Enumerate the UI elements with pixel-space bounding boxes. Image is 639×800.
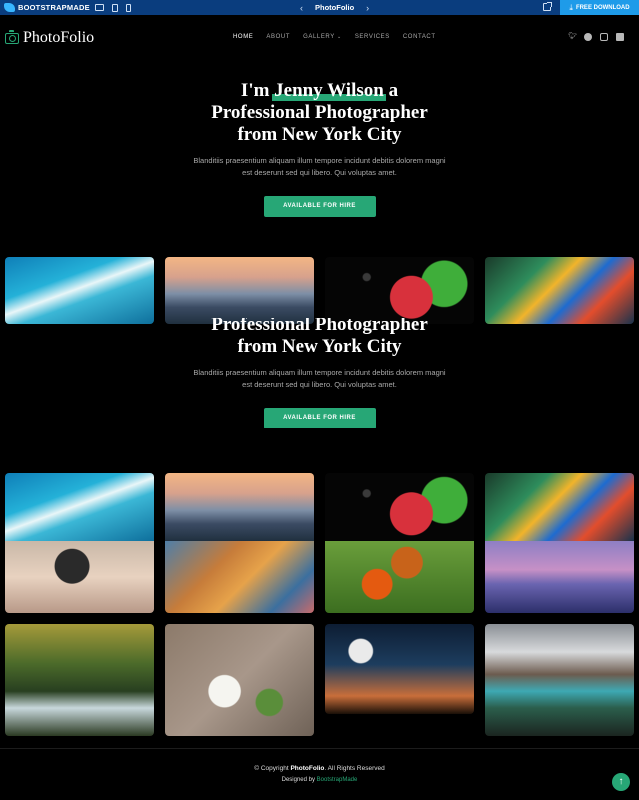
hero-title-suffix: a <box>388 80 399 101</box>
gallery-image <box>5 473 154 541</box>
hero-description-repeat: Blanditiis praesentium aliquam illum tem… <box>193 368 446 389</box>
gallery-image <box>5 257 154 324</box>
hero-title: I'm Jenny Wilson a Professional Photogra… <box>0 80 639 146</box>
hero-description: Blanditiis praesentium aliquam illum tem… <box>193 156 446 177</box>
preview-bar: BOOTSTRAPMADE ‹ PhotoFolio › ⤓ FREE DOWN… <box>0 0 639 15</box>
nav-contact[interactable]: CONTACT <box>403 34 436 40</box>
prev-template-icon[interactable]: ‹ <box>300 3 303 13</box>
gallery-image <box>325 624 474 714</box>
gallery-image <box>5 624 154 736</box>
gallery-item-city-repeat[interactable] <box>165 473 314 613</box>
gallery-image <box>165 541 314 613</box>
gallery-item-parrot-repeat[interactable] <box>485 473 634 613</box>
hero-line-3: from New York City <box>237 124 402 145</box>
hero-line-2-repeat: Professional Photographer <box>211 318 428 335</box>
camera-icon <box>5 29 19 44</box>
device-switcher <box>95 3 131 12</box>
phone-icon[interactable] <box>126 3 131 12</box>
gallery-item-moon[interactable] <box>325 624 474 714</box>
preview-title: PhotoFolio <box>315 3 355 12</box>
gallery-item-mountain[interactable] <box>485 624 634 736</box>
chevron-down-icon: ⌄ <box>337 34 342 40</box>
gallery-image <box>165 473 314 541</box>
gallery-item-strawberry-repeat[interactable] <box>325 473 474 613</box>
bootstrapmade-icon <box>4 3 15 12</box>
next-template-icon[interactable]: › <box>366 3 369 13</box>
facebook-icon[interactable] <box>584 33 592 41</box>
designer-link[interactable]: BootstrapMade <box>317 777 358 783</box>
bootstrapmade-logo[interactable]: BOOTSTRAPMADE <box>0 3 95 12</box>
hero-line-2: Professional Photographer <box>211 102 428 123</box>
arrow-up-icon: ↑ <box>618 776 624 787</box>
site-logo[interactable]: PhotoFolio <box>5 29 94 47</box>
site-logo-text: PhotoFolio <box>23 29 95 46</box>
gallery-image <box>325 541 474 613</box>
hero-title-repeat: Professional Photographer from New York … <box>0 318 639 358</box>
copyright-prefix: © Copyright <box>254 765 289 772</box>
download-icon: ⤓ <box>569 2 573 12</box>
hero-repeat: Professional Photographer from New York … <box>0 318 639 428</box>
preview-title-group: ‹ PhotoFolio › <box>300 0 369 15</box>
credits: Designed by BootstrapMade <box>0 777 639 783</box>
gallery-image <box>165 624 314 736</box>
nav-about[interactable]: ABOUT <box>266 34 290 40</box>
site-header: PhotoFolio HOME ABOUT GALLERY ⌄ SERVICES… <box>0 15 639 62</box>
gallery-image <box>5 541 154 613</box>
free-download-button[interactable]: ⤓ FREE DOWNLOAD <box>560 0 639 15</box>
external-link-icon[interactable] <box>543 2 552 11</box>
gallery-item-city[interactable] <box>165 257 314 324</box>
site-footer: © Copyright PhotoFolio. All Rights Reser… <box>0 748 639 800</box>
designed-by-label: Designed by <box>281 777 315 783</box>
free-download-label: FREE DOWNLOAD <box>575 4 630 11</box>
copyright-suffix: . All Rights Reserved <box>324 765 385 772</box>
nav-home[interactable]: HOME <box>233 34 253 40</box>
gallery-item-surfing[interactable] <box>5 257 154 324</box>
copyright: © Copyright PhotoFolio. All Rights Reser… <box>0 765 639 772</box>
scroll-top-button[interactable]: ↑ <box>612 773 630 791</box>
nav-gallery[interactable]: GALLERY ⌄ <box>303 34 342 40</box>
gallery-item-parrot[interactable] <box>485 257 634 324</box>
gallery-image <box>325 257 474 324</box>
tablet-icon[interactable] <box>112 3 118 12</box>
desktop-icon[interactable] <box>95 4 104 11</box>
gallery-image <box>325 473 474 541</box>
available-for-hire-button[interactable]: AVAILABLE FOR HIRE <box>263 196 376 217</box>
gallery-item-food[interactable] <box>165 624 314 736</box>
gallery-item-forest[interactable] <box>5 624 154 736</box>
nav-gallery-label: GALLERY <box>303 34 335 40</box>
instagram-icon[interactable] <box>600 33 608 41</box>
gallery-item-surfing-repeat[interactable] <box>5 473 154 613</box>
main-nav: HOME ABOUT GALLERY ⌄ SERVICES CONTACT <box>233 34 436 40</box>
gallery-image <box>485 624 634 736</box>
twitter-icon[interactable]: 🐦︎ <box>568 33 577 41</box>
hero-title-prefix: I'm <box>240 80 270 101</box>
gallery-image <box>485 541 634 613</box>
hero-name: Jenny Wilson <box>272 80 386 101</box>
available-for-hire-button-repeat[interactable]: AVAILABLE FOR HIRE <box>263 408 376 428</box>
nav-services[interactable]: SERVICES <box>355 34 390 40</box>
hero: I'm Jenny Wilson a Professional Photogra… <box>0 80 639 217</box>
linkedin-icon[interactable] <box>616 33 624 41</box>
social-links: 🐦︎ <box>568 33 624 41</box>
gallery-image <box>485 473 634 541</box>
gallery-image <box>485 257 634 324</box>
bootstrapmade-brand: BOOTSTRAPMADE <box>18 3 90 12</box>
gallery-item-strawberry[interactable] <box>325 257 474 324</box>
gallery-image <box>165 257 314 324</box>
copyright-brand: PhotoFolio <box>290 765 325 772</box>
hero-line-3-repeat: from New York City <box>237 336 402 357</box>
